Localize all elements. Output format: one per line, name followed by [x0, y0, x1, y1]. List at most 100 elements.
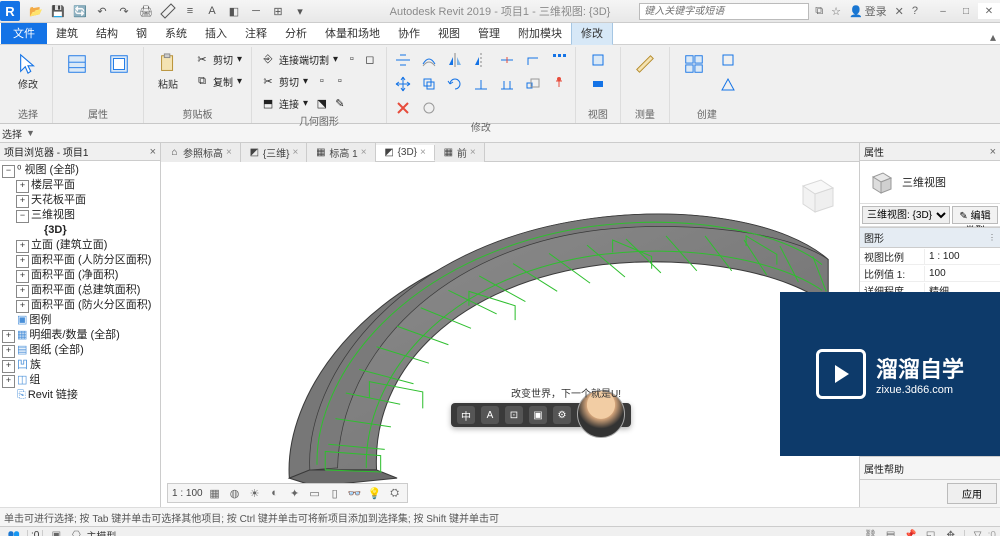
view-tab-3d-cn[interactable]: ◩{三维}× — [241, 143, 308, 162]
panel-close-icon[interactable]: × — [990, 146, 996, 158]
create-assembly-button[interactable] — [716, 73, 740, 95]
tab-addins[interactable]: 附加模块 — [509, 22, 571, 44]
detail-level-icon[interactable]: ▦ — [207, 485, 223, 501]
project-browser-tree[interactable]: −⁰ 视图 (全部) +楼层平面 +天花板平面 −三维视图 {3D} +立面 (… — [0, 161, 160, 507]
tab-annotate[interactable]: 注释 — [236, 22, 276, 44]
tab-manage[interactable]: 管理 — [469, 22, 509, 44]
temp-hide-icon[interactable]: 👓 — [347, 485, 363, 501]
floater-ico-1[interactable]: 中 — [457, 406, 475, 424]
override-graphics-button[interactable] — [586, 73, 610, 95]
tab-massing[interactable]: 体量和场地 — [316, 22, 389, 44]
login-button[interactable]: 👤 登录 — [849, 3, 887, 19]
tree-toggle[interactable]: + — [2, 330, 15, 343]
save-icon[interactable]: 💾 — [49, 2, 67, 20]
tree-legend[interactable]: 图例 — [29, 314, 51, 326]
tree-area2[interactable]: 面积平面 (净面积) — [31, 269, 118, 281]
tree-threed[interactable]: 三维视图 — [31, 209, 75, 221]
tab-close-icon[interactable]: × — [420, 147, 426, 158]
tree-toggle[interactable]: + — [16, 255, 29, 268]
filter-icon[interactable]: ▽ — [968, 528, 988, 536]
crop-visible-icon[interactable]: ▯ — [327, 485, 343, 501]
select-links-icon[interactable]: ⛓ — [861, 528, 881, 536]
tree-ceiling[interactable]: 天花板平面 — [31, 194, 86, 206]
view-tab-3d[interactable]: ◩{3D}× — [376, 145, 435, 161]
align-button[interactable] — [391, 49, 415, 71]
join-end-cut-button[interactable]: ⎆连接端切割 ▾ ▫◻ — [256, 49, 392, 69]
close-windows-icon[interactable]: ⊞ — [269, 2, 287, 20]
tab-insert[interactable]: 插入 — [196, 22, 236, 44]
render-icon[interactable]: ✦ — [287, 485, 303, 501]
undo-icon[interactable]: ↶ — [93, 2, 111, 20]
view-tab-level1[interactable]: ▦标高 1× — [307, 143, 375, 162]
tree-threed-item[interactable]: {3D} — [44, 224, 67, 236]
help-search-input[interactable] — [639, 3, 809, 20]
type-selector[interactable]: 三维视图: {3D} — [862, 206, 950, 224]
redo-icon[interactable]: ↷ — [115, 2, 133, 20]
mirror-draw-button[interactable] — [469, 49, 493, 71]
tab-close-icon[interactable]: × — [293, 147, 299, 158]
visual-style-icon[interactable]: ◍ — [227, 485, 243, 501]
viewport-3d[interactable]: 改变世界，下一个就是U! 中 A ⊡ ▣ ⚙ 1 : 100 ▦ ◍ ☀ ◐ ✦… — [161, 162, 859, 507]
infocenter-icon[interactable]: ⧉ — [815, 5, 823, 18]
tree-toggle[interactable]: + — [16, 285, 29, 298]
tree-toggle[interactable]: + — [16, 270, 29, 283]
tab-close-icon[interactable]: × — [226, 147, 232, 158]
scale-button[interactable] — [521, 73, 545, 95]
maximize-button[interactable]: □ — [955, 3, 977, 19]
tree-groups[interactable]: 组 — [29, 374, 40, 386]
mirror-pick-button[interactable] — [443, 49, 467, 71]
tree-toggle[interactable]: + — [16, 195, 29, 208]
prop-value[interactable]: 1 : 100 — [925, 251, 1000, 262]
tree-sheets[interactable]: 图纸 (全部) — [29, 344, 83, 356]
sun-path-icon[interactable]: ☀ — [247, 485, 263, 501]
floater-ico-2[interactable]: A — [481, 406, 499, 424]
tree-toggle[interactable]: + — [2, 345, 15, 358]
reveal-hidden-icon[interactable]: 💡 — [367, 485, 383, 501]
tree-area3[interactable]: 面积平面 (总建筑面积) — [31, 284, 140, 296]
drag-elements-icon[interactable]: ✥ — [941, 528, 961, 536]
tab-file[interactable]: 文件 — [1, 22, 47, 44]
close-button[interactable]: ✕ — [978, 3, 1000, 19]
crop-icon[interactable]: ▭ — [307, 485, 323, 501]
tree-toggle[interactable]: + — [16, 180, 29, 193]
floater-ico-5[interactable]: ⚙ — [553, 406, 571, 424]
tree-toggle[interactable]: + — [16, 300, 29, 313]
section-graphics[interactable]: 图形⋮ — [860, 227, 1000, 248]
help-icon[interactable]: ? — [912, 5, 918, 17]
tree-toggle[interactable]: + — [2, 360, 15, 373]
tab-close-icon[interactable]: × — [361, 147, 367, 158]
tab-modify[interactable]: 修改 — [571, 21, 613, 45]
modify-button[interactable]: 修改 — [8, 49, 48, 94]
tab-structure[interactable]: 结构 — [87, 22, 127, 44]
pin-button[interactable] — [547, 73, 571, 95]
tree-toggle[interactable]: − — [16, 210, 29, 223]
panel-close-icon[interactable]: × — [150, 146, 156, 158]
view-scale[interactable]: 1 : 100 — [172, 488, 203, 499]
tree-toggle[interactable]: − — [2, 165, 15, 178]
apply-button[interactable]: 应用 — [947, 483, 997, 504]
editable-only-icon[interactable]: ▣ — [46, 528, 66, 536]
prop-value[interactable]: 100 — [925, 268, 1000, 279]
floating-toolbar[interactable]: 改变世界，下一个就是U! 中 A ⊡ ▣ ⚙ — [451, 403, 631, 427]
print-icon[interactable]: 🖨 — [137, 2, 155, 20]
create-group-button[interactable] — [674, 49, 714, 79]
create-similar-button[interactable] — [716, 49, 740, 71]
copy-tool-button[interactable] — [417, 73, 441, 95]
design-options-icon[interactable]: ⎔ — [66, 528, 86, 536]
tree-families[interactable]: 族 — [30, 359, 41, 371]
paste-button[interactable]: 粘贴 — [148, 49, 188, 94]
exchange-icon[interactable]: ✕ — [895, 5, 904, 18]
cut-button[interactable]: ✂剪切 ▾ — [190, 49, 247, 69]
switch-windows-icon[interactable]: ▾ — [291, 2, 309, 20]
split-button[interactable] — [495, 49, 519, 71]
prop-row[interactable]: 比例值 1:100 — [860, 265, 1000, 282]
move-button[interactable] — [391, 73, 415, 95]
tab-systems[interactable]: 系统 — [156, 22, 196, 44]
tree-area1[interactable]: 面积平面 (人防分区面积) — [31, 254, 151, 266]
tab-analyze[interactable]: 分析 — [276, 22, 316, 44]
tab-steel[interactable]: 钢 — [127, 22, 156, 44]
tree-floorplan[interactable]: 楼层平面 — [31, 179, 75, 191]
trim-extend-single-button[interactable] — [469, 73, 493, 95]
open-icon[interactable]: 📂 — [27, 2, 45, 20]
view-cube[interactable] — [791, 170, 839, 218]
